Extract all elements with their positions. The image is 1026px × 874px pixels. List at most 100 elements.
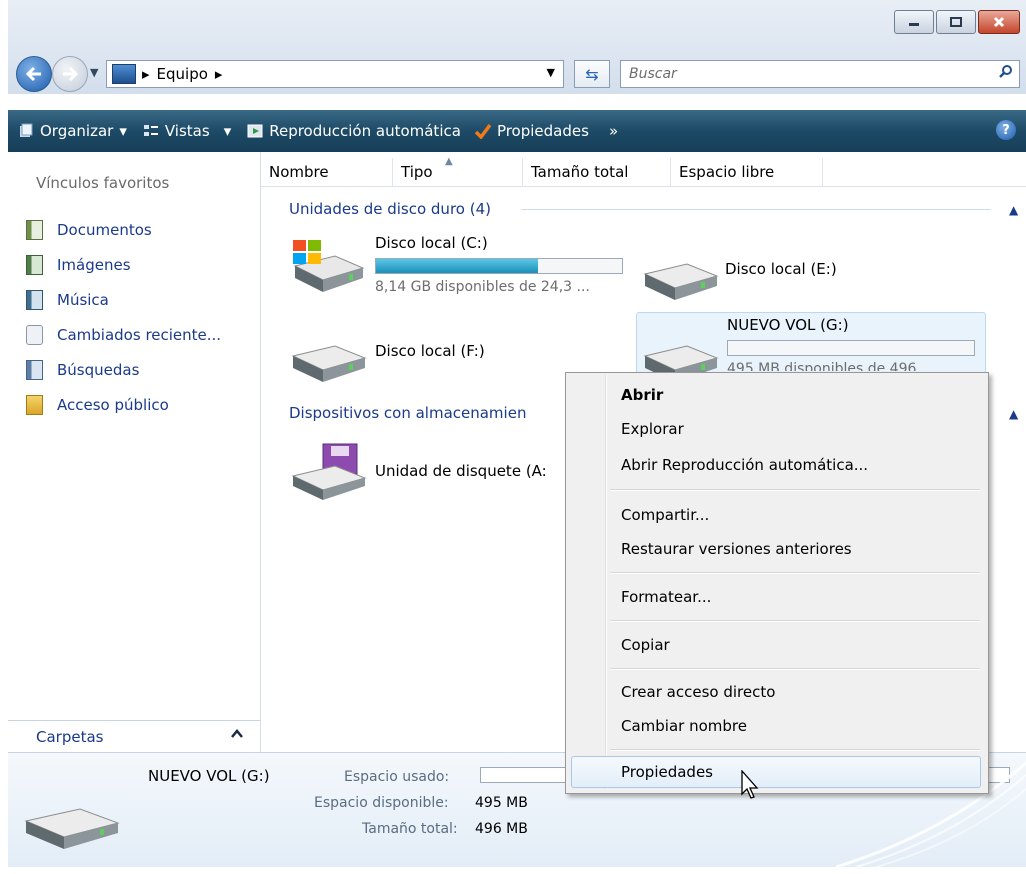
recent-icon (26, 324, 43, 345)
forward-button[interactable] (52, 56, 88, 92)
group-header-hard-drives[interactable]: Unidades de disco duro (4) (289, 200, 491, 218)
menu-label: Compartir... (621, 506, 710, 524)
forward-arrow-icon (63, 66, 79, 82)
command-bar: Organizar ▾ Vistas ▾ Reproducción automá… (8, 110, 1026, 152)
folders-toggle[interactable]: Carpetas (8, 720, 260, 753)
menu-label: Restaurar versiones anteriores (621, 540, 852, 558)
search-icon[interactable] (999, 64, 1013, 78)
recent-pages-chevron-down-icon[interactable]: ▼ (90, 66, 98, 79)
menu-separator (610, 668, 980, 670)
group-collapse-chevron-up-icon[interactable]: ▲ (1009, 203, 1018, 217)
group-header-removable-storage[interactable]: Dispositivos con almacenamien (289, 404, 526, 422)
refresh-button[interactable]: ⇆ (574, 60, 610, 88)
music-icon (26, 289, 43, 310)
more-commands-button[interactable]: » (609, 122, 618, 140)
hard-drive-icon (643, 263, 719, 300)
menu-label: Formatear... (621, 588, 712, 606)
checkmark-icon (474, 123, 491, 139)
column-header-name[interactable]: Nombre (261, 158, 393, 186)
views-button[interactable]: Vistas ▾ (143, 122, 231, 140)
menu-label: Abrir Reproducción automática... (621, 456, 869, 474)
total-size-value: 496 MB (475, 821, 528, 837)
column-label: Tipo (401, 163, 433, 181)
address-row: ▼ ▸ Equipo ▸ ▼ ⇆ Buscar (8, 52, 1026, 94)
help-icon: ? (1002, 122, 1010, 138)
chevron-up-icon (231, 729, 243, 738)
minimize-icon (909, 23, 919, 26)
organize-label: Organizar (40, 122, 114, 140)
explorer-window: ▼ ▸ Equipo ▸ ▼ ⇆ Buscar Organizar ▾ Vist… (8, 0, 1026, 874)
public-folder-icon (26, 394, 43, 415)
sort-ascending-icon: ▲ (445, 156, 453, 167)
column-header-total-size[interactable]: Tamaño total (523, 158, 671, 186)
documents-icon (26, 219, 43, 240)
favorite-links-list: Documentos Imágenes Música Cambiados rec… (8, 212, 260, 422)
address-chevron-down-icon[interactable]: ▼ (547, 66, 555, 79)
organize-icon (20, 123, 33, 137)
breadcrumb-separator-icon[interactable]: ▸ (142, 65, 150, 83)
column-header-type[interactable]: Tipo ▲ (393, 156, 523, 186)
search-placeholder: Buscar (629, 66, 677, 82)
free-space-label: Espacio disponible: (314, 795, 449, 811)
refresh-icon: ⇆ (585, 64, 599, 84)
drive-f[interactable]: Disco local (F:) (289, 326, 485, 386)
menu-label: Copiar (621, 636, 670, 654)
menu-separator (610, 572, 980, 574)
drive-free-space: 8,14 GB disponibles de 24,3 ... (375, 279, 590, 295)
title-bar[interactable] (8, 0, 1026, 52)
properties-button[interactable]: Propiedades (474, 122, 589, 140)
menu-item-rename[interactable]: Cambiar nombre (566, 710, 988, 742)
favorite-label: Acceso público (57, 395, 169, 414)
favorite-music[interactable]: Música (8, 282, 260, 317)
autoplay-button[interactable]: Reproducción automática (247, 122, 461, 140)
favorite-label: Música (57, 290, 109, 309)
help-button[interactable]: ? (996, 120, 1016, 140)
free-space-value: 495 MB (475, 795, 528, 811)
menu-item-share[interactable]: Compartir... (566, 499, 988, 531)
mouse-cursor-icon (741, 770, 759, 799)
breadcrumb-separator-icon[interactable]: ▸ (215, 65, 223, 83)
group-collapse-chevron-up-icon[interactable]: ▲ (1009, 407, 1018, 421)
drive-a-floppy[interactable]: Unidad de disquete (A: (289, 442, 547, 502)
menu-item-properties[interactable]: Propiedades (571, 756, 981, 788)
drive-e[interactable]: Disco local (E:) (641, 244, 837, 304)
maximize-icon (950, 17, 962, 27)
group-label: Dispositivos con almacenamien (289, 404, 527, 422)
close-icon (993, 16, 1005, 28)
back-button[interactable] (16, 56, 52, 92)
menu-item-copy[interactable]: Copiar (566, 629, 988, 661)
favorite-documents[interactable]: Documentos (8, 212, 260, 247)
favorite-links-heading: Vínculos favoritos (36, 174, 170, 192)
favorite-searches[interactable]: Búsquedas (8, 352, 260, 387)
group-label: Unidades de disco duro (4) (289, 200, 491, 218)
menu-item-open-autoplay[interactable]: Abrir Reproducción automática... (566, 449, 988, 481)
breadcrumb: ▸ Equipo ▸ (142, 65, 222, 83)
minimize-button[interactable] (894, 10, 934, 34)
maximize-button[interactable] (936, 10, 976, 34)
searches-icon (26, 359, 43, 380)
favorite-label: Búsquedas (57, 360, 140, 379)
search-input[interactable]: Buscar (620, 60, 1020, 88)
column-label: Nombre (269, 163, 329, 181)
breadcrumb-item-equipo[interactable]: Equipo (157, 65, 208, 83)
favorite-recent[interactable]: Cambiados reciente... (8, 317, 260, 352)
column-label: Tamaño total (531, 163, 629, 181)
menu-item-create-shortcut[interactable]: Crear acceso directo (566, 676, 988, 708)
menu-item-explore[interactable]: Explorar (566, 413, 988, 445)
menu-separator (610, 749, 980, 751)
close-button[interactable] (978, 10, 1020, 34)
hard-drive-icon (24, 808, 120, 849)
address-bar[interactable]: ▸ Equipo ▸ ▼ (106, 60, 564, 88)
favorite-pictures[interactable]: Imágenes (8, 247, 260, 282)
menu-item-open[interactable]: Abrir (566, 379, 988, 411)
column-header-free-space[interactable]: Espacio libre (671, 158, 823, 186)
organize-button[interactable]: Organizar ▾ (18, 122, 127, 140)
menu-separator (610, 489, 980, 491)
menu-item-format[interactable]: Formatear... (566, 581, 988, 613)
drive-c[interactable]: Disco local (C:) 8,14 GB disponibles de … (289, 234, 623, 295)
properties-label: Propiedades (496, 122, 589, 140)
total-size-label: Tamaño total: (362, 821, 458, 837)
menu-item-restore-previous-versions[interactable]: Restaurar versiones anteriores (566, 533, 988, 565)
favorite-public[interactable]: Acceso público (8, 387, 260, 422)
drive-name: Unidad de disquete (A: (375, 462, 547, 480)
